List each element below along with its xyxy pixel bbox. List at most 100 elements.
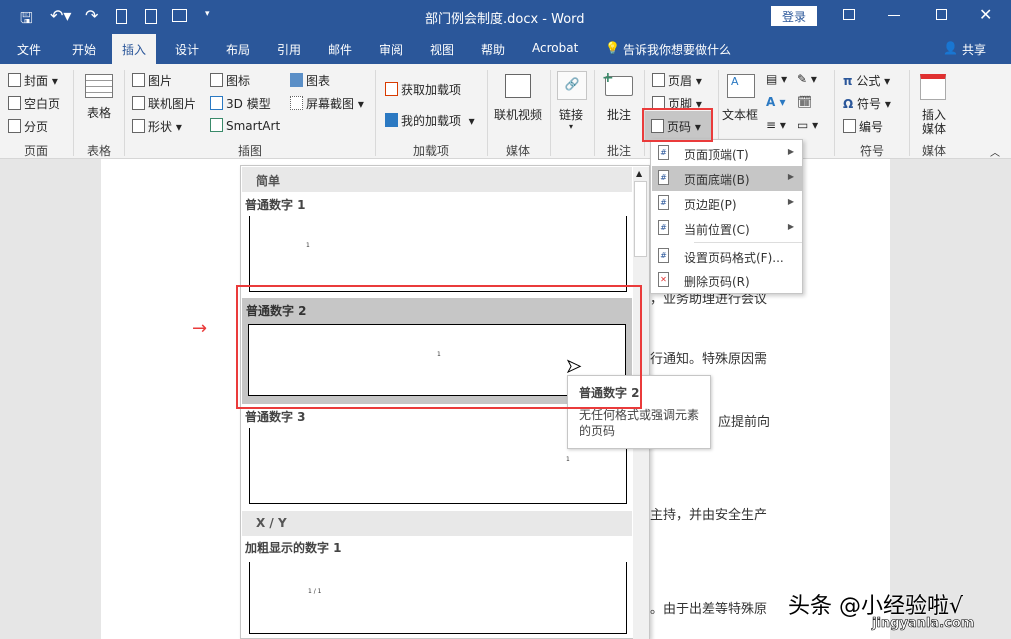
divider xyxy=(550,70,551,156)
3d-models-button[interactable]: 3D 模型 xyxy=(210,95,271,112)
touch-mode-icon[interactable] xyxy=(172,9,187,22)
scroll-up-icon[interactable]: ▲ xyxy=(636,169,642,178)
menu-item-remove-page-numbers[interactable]: ✕ 删除页码(R) xyxy=(652,268,802,293)
tab-design[interactable]: 设计 xyxy=(175,41,199,58)
link-icon: 🔗 xyxy=(557,71,587,100)
drop-cap-button[interactable]: ≡ ▾ xyxy=(766,118,786,132)
link-dropdown-icon[interactable]: ▾ xyxy=(569,122,573,131)
tab-file[interactable]: 文件 xyxy=(17,41,41,58)
addins-icon xyxy=(385,113,398,127)
group-media-label: 媒体 xyxy=(506,144,531,158)
online-video-button[interactable]: 联机视频 xyxy=(494,106,542,123)
window-title: 部门例会制度.docx - Word xyxy=(425,12,585,27)
watermark-url: jingyanla.com xyxy=(872,616,975,632)
divider xyxy=(124,70,125,156)
current-position-icon: # xyxy=(658,220,669,235)
page-number-preview: 1 / 1 xyxy=(308,588,322,595)
get-addins-button[interactable]: 获取加载项 xyxy=(385,81,461,98)
date-time-button[interactable]: 🗓 xyxy=(797,95,812,109)
insert-media-icon xyxy=(920,74,946,100)
tooltip-description: 无任何格式或强调元素的页码 xyxy=(579,408,700,438)
table-button[interactable]: 表格 xyxy=(87,104,111,121)
header-button[interactable]: 页眉 ▾ xyxy=(652,72,702,89)
tab-layout[interactable]: 布局 xyxy=(226,41,250,58)
online-picture-icon xyxy=(132,96,145,110)
scrollbar-thumb[interactable] xyxy=(634,181,647,257)
ribbon-display-icon[interactable] xyxy=(843,9,855,20)
symbol-button[interactable]: Ω 符号 ▾ xyxy=(843,95,891,112)
red-arrow-icon: → xyxy=(192,318,208,339)
comment-button[interactable]: 批注 xyxy=(607,106,631,123)
lightbulb-icon: 💡 xyxy=(605,41,620,55)
gallery-item-plain-number-1[interactable]: 1 xyxy=(249,216,627,292)
print-preview-icon[interactable] xyxy=(145,9,157,24)
new-document-icon[interactable] xyxy=(116,9,127,24)
divider xyxy=(375,70,376,156)
remove-page-number-icon: ✕ xyxy=(658,272,669,287)
menu-item-page-margins[interactable]: # 页边距(P) ▶ xyxy=(652,191,802,216)
tab-references[interactable]: 引用 xyxy=(277,41,301,58)
maximize-icon[interactable] xyxy=(936,9,947,20)
smartart-icon xyxy=(210,118,223,132)
online-video-icon xyxy=(505,74,531,98)
tab-insert[interactable]: 插入 xyxy=(112,34,157,64)
document-text-line: 行通知。特殊原因需 xyxy=(650,352,768,367)
page-number-preview: 1 xyxy=(566,456,570,463)
share-button[interactable]: 共享 xyxy=(962,41,986,58)
my-addins-button[interactable]: 我的加载项 ▾ xyxy=(385,112,475,129)
tab-help[interactable]: 帮助 xyxy=(481,41,505,58)
cover-page-button[interactable]: 封面 ▾ xyxy=(8,72,58,89)
group-symbols-label: 符号 xyxy=(860,144,885,158)
group-illustrations-label: 插图 xyxy=(238,144,263,158)
minimize-icon[interactable] xyxy=(888,15,900,16)
collapse-ribbon-icon[interactable]: ︿ xyxy=(990,144,1000,159)
submenu-arrow-icon: ▶ xyxy=(787,197,794,206)
tab-mailings[interactable]: 邮件 xyxy=(328,41,352,58)
ribbon: 封面 ▾ 空白页 分页 页面 表格 表格 图片 联机图片 形状 ▾ 图标 3D … xyxy=(0,64,1011,159)
customize-icon[interactable]: ▾ xyxy=(205,9,210,19)
blank-page-icon xyxy=(8,96,21,110)
pi-icon: π xyxy=(843,74,853,88)
blank-page-button[interactable]: 空白页 xyxy=(8,95,60,112)
redo-icon[interactable]: ↷ xyxy=(85,6,98,25)
tab-review[interactable]: 审阅 xyxy=(379,41,403,58)
undo-icon[interactable]: ↶▾ xyxy=(50,6,71,25)
gallery-item-label: 加粗显示的数字 1 xyxy=(245,541,342,555)
wordart-button[interactable]: A ▾ xyxy=(766,95,786,109)
tab-acrobat[interactable]: Acrobat xyxy=(532,41,578,55)
screenshot-icon xyxy=(290,96,303,110)
numbering-button[interactable]: 编号 xyxy=(843,118,883,135)
gallery-item-bold-number-1[interactable]: 1 / 1 xyxy=(249,562,627,634)
chart-button[interactable]: 图表 xyxy=(290,72,330,89)
menu-item-top-of-page[interactable]: # 页面顶端(T) ▶ xyxy=(652,141,802,166)
shapes-button[interactable]: 形状 ▾ xyxy=(132,118,182,135)
menu-item-current-position[interactable]: # 当前位置(C) ▶ xyxy=(652,216,802,241)
page-break-button[interactable]: 分页 xyxy=(8,118,48,135)
menu-item-format-page-numbers[interactable]: # 设置页码格式(F)... xyxy=(652,244,802,269)
tab-home[interactable]: 开始 xyxy=(72,41,96,58)
icons-icon xyxy=(210,73,223,87)
login-button[interactable]: 登录 xyxy=(771,6,817,26)
divider xyxy=(834,70,835,156)
object-button[interactable]: ▭ ▾ xyxy=(797,118,818,132)
equation-button[interactable]: π 公式 ▾ xyxy=(843,72,890,89)
signature-line-button[interactable]: ✎ ▾ xyxy=(797,72,817,86)
page-top-icon: # xyxy=(658,145,669,160)
quick-parts-button[interactable]: ▤ ▾ xyxy=(766,72,787,86)
picture-icon xyxy=(132,73,145,87)
save-icon[interactable]: 🖫 xyxy=(20,8,33,33)
smartart-button[interactable]: SmartArt xyxy=(210,118,280,133)
tell-me-input[interactable]: 告诉我你想要做什么 xyxy=(623,41,731,58)
ribbon-tabs: 文件 开始 插入 设计 布局 引用 邮件 审阅 视图 帮助 Acrobat 💡 … xyxy=(0,34,1011,64)
plus-icon: + xyxy=(602,70,614,86)
tab-view[interactable]: 视图 xyxy=(430,41,454,58)
pictures-button[interactable]: 图片 xyxy=(132,72,172,89)
online-pictures-button[interactable]: 联机图片 xyxy=(132,95,196,112)
screenshot-button[interactable]: 屏幕截图 ▾ xyxy=(290,95,364,112)
link-button[interactable]: 链接 xyxy=(559,106,583,123)
close-icon[interactable]: ✕ xyxy=(979,5,992,24)
icons-button[interactable]: 图标 xyxy=(210,72,250,89)
chart-icon xyxy=(290,73,303,87)
textbox-button[interactable]: 文本框 xyxy=(722,106,758,123)
menu-item-bottom-of-page[interactable]: # 页面底端(B) ▶ xyxy=(652,166,802,191)
